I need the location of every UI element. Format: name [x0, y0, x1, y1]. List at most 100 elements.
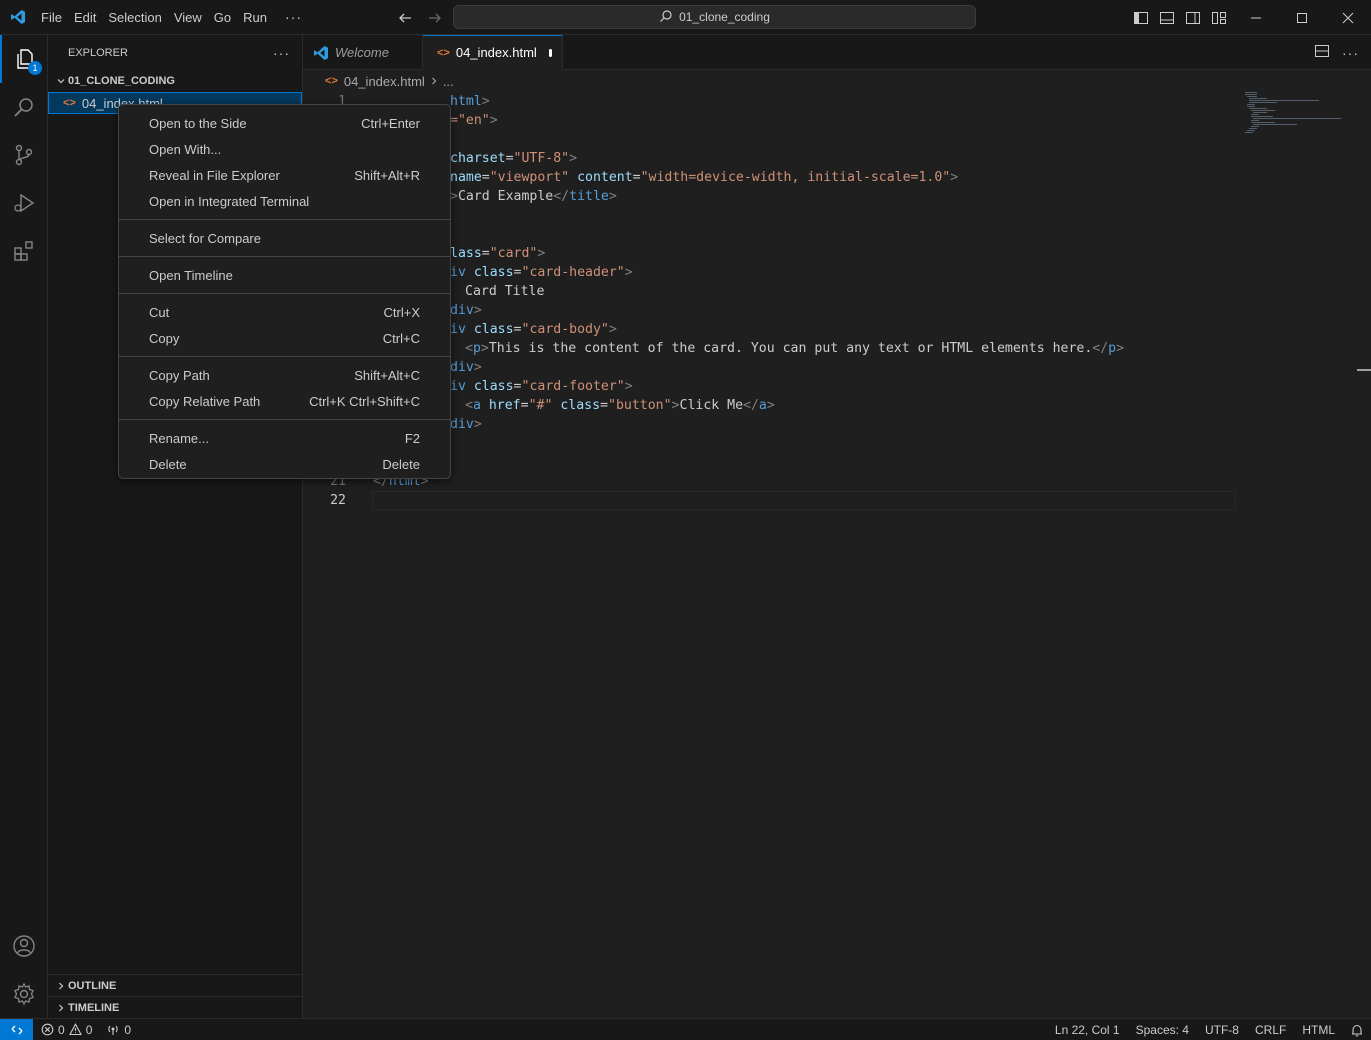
menu-item-delete[interactable]: Delete Delete: [119, 451, 450, 477]
code-line: iv class="card-header">: [450, 265, 633, 280]
more-actions-icon[interactable]: ···: [1342, 45, 1359, 61]
indentation[interactable]: Spaces: 4: [1128, 1019, 1197, 1040]
breadcrumb-file[interactable]: 04_index.html: [344, 74, 425, 89]
accounts-icon[interactable]: [0, 922, 48, 970]
menu-item-shortcut: Ctrl+Enter: [361, 115, 420, 131]
menu-item-shortcut: Shift+Alt+R: [354, 167, 420, 183]
menu-item-rename[interactable]: Rename... F2: [119, 425, 450, 451]
menu-item-label: Delete: [149, 456, 187, 472]
search-icon[interactable]: [0, 83, 48, 131]
sidebar-header: EXPLORER ···: [48, 35, 302, 70]
unsaved-dot-icon[interactable]: [548, 48, 552, 57]
menu-edit[interactable]: Edit: [68, 0, 102, 35]
menu-item-label: Open With...: [149, 141, 222, 157]
maximize-icon[interactable]: [1279, 0, 1325, 35]
menu-view[interactable]: View: [168, 0, 208, 35]
search-icon: [659, 9, 673, 26]
code-token: "card-footer": [521, 379, 625, 394]
window-controls: [1233, 0, 1371, 35]
toggle-primary-sidebar-icon[interactable]: [1130, 7, 1152, 29]
title-bar: File Edit Selection View Go Run ··· 01_c…: [0, 0, 1371, 35]
menu-item-open-timeline[interactable]: Open Timeline: [119, 262, 450, 288]
code-token: "UTF-8": [513, 151, 570, 166]
menu-item-shortcut: F2: [404, 430, 420, 446]
menu-item-label: Cut: [149, 304, 170, 320]
extensions-icon[interactable]: [0, 227, 48, 275]
code-editor[interactable]: 1 21 22 html> ="en"> charset="UTF-8"> na…: [303, 92, 1371, 1018]
menu-item-shortcut: Ctrl+K Ctrl+Shift+C: [309, 393, 420, 409]
workspace-folder[interactable]: 01_CLONE_CODING: [48, 70, 302, 92]
menu-separator: [119, 419, 450, 420]
code-token: "card-header": [521, 265, 625, 280]
menu-item-cut[interactable]: Cut Ctrl+X: [119, 299, 450, 325]
code-line: html>: [450, 94, 490, 109]
menu-separator: [119, 356, 450, 357]
menu-item-select-for-compare[interactable]: Select for Compare: [119, 225, 450, 251]
breadcrumb-symbol[interactable]: ...: [443, 74, 454, 89]
language-mode[interactable]: HTML: [1294, 1019, 1343, 1040]
forward-arrow-icon[interactable]: [424, 7, 446, 29]
menu-file[interactable]: File: [35, 0, 68, 35]
menu-separator: [119, 256, 450, 257]
code-line: div>: [450, 303, 482, 318]
run-debug-icon[interactable]: [0, 179, 48, 227]
code-token: iv: [450, 322, 466, 337]
code-token: "viewport": [489, 170, 570, 185]
line-ending[interactable]: CRLF: [1247, 1019, 1294, 1040]
notifications-bell-icon[interactable]: [1343, 1019, 1371, 1040]
menu-item-shortcut: Ctrl+C: [382, 330, 420, 346]
outline-section[interactable]: OUTLINE: [48, 974, 302, 996]
menu-item-open-with[interactable]: Open With...: [119, 136, 450, 162]
tab-index-html[interactable]: <> 04_index.html: [423, 35, 563, 70]
source-control-icon[interactable]: [0, 131, 48, 179]
tab-welcome[interactable]: Welcome: [303, 35, 423, 70]
code-token: class: [560, 398, 601, 413]
toggle-panel-icon[interactable]: [1156, 7, 1178, 29]
close-icon[interactable]: [1325, 0, 1371, 35]
back-arrow-icon[interactable]: [394, 7, 416, 29]
menu-item-open-in-terminal[interactable]: Open in Integrated Terminal: [119, 188, 450, 214]
settings-gear-icon[interactable]: [0, 970, 48, 1018]
context-menu: Open to the Side Ctrl+Enter Open With... …: [118, 104, 451, 479]
menu-run[interactable]: Run: [237, 0, 273, 35]
code-line: iv class="card-body">: [450, 322, 617, 337]
code-token: "card": [489, 246, 538, 261]
code-token: ="en": [450, 113, 490, 128]
code-line: div>: [450, 360, 482, 375]
problems-indicator[interactable]: 0 0 0: [41, 1023, 131, 1037]
menu-item-copy-path[interactable]: Copy Path Shift+Alt+C: [119, 362, 450, 388]
menu-item-label: Open in Integrated Terminal: [149, 193, 310, 209]
menu-item-copy-relative-path[interactable]: Copy Relative Path Ctrl+K Ctrl+Shift+C: [119, 388, 450, 414]
command-center-search[interactable]: 01_clone_coding: [453, 5, 976, 29]
menu-bar: File Edit Selection View Go Run ···: [35, 0, 314, 35]
menu-selection[interactable]: Selection: [102, 0, 167, 35]
code-token: iv: [450, 265, 466, 280]
code-line: charset="UTF-8">: [450, 151, 578, 166]
remote-indicator-icon[interactable]: [0, 1018, 33, 1040]
explorer-icon[interactable]: 1: [0, 35, 48, 83]
customize-layout-icon[interactable]: [1208, 7, 1230, 29]
code-token: This is the content of the card. You can…: [488, 341, 1093, 356]
code-token: lass: [450, 246, 482, 261]
menu-item-reveal-in-explorer[interactable]: Reveal in File Explorer Shift+Alt+R: [119, 162, 450, 188]
code-token: a: [472, 398, 481, 413]
ports-icon: [106, 1023, 120, 1036]
sidebar-more-actions[interactable]: ···: [273, 45, 290, 61]
menu-more[interactable]: ···: [273, 0, 314, 35]
toggle-secondary-sidebar-icon[interactable]: [1182, 7, 1204, 29]
menu-go[interactable]: Go: [208, 0, 237, 35]
split-editor-icon[interactable]: [1314, 43, 1330, 62]
minimize-icon[interactable]: [1233, 0, 1279, 35]
chevron-right-icon: [54, 1003, 68, 1013]
code-line: div>: [450, 417, 482, 432]
code-token: title: [569, 189, 609, 204]
encoding[interactable]: UTF-8: [1197, 1019, 1247, 1040]
menu-separator: [119, 293, 450, 294]
scrollbar-cursor-marker: [1357, 369, 1371, 371]
timeline-section[interactable]: TIMELINE: [48, 996, 302, 1018]
menu-item-copy[interactable]: Copy Ctrl+C: [119, 325, 450, 351]
cursor-position[interactable]: Ln 22, Col 1: [1047, 1019, 1128, 1040]
minimap[interactable]: [1243, 92, 1353, 137]
chevron-right-icon: [54, 981, 68, 991]
menu-item-open-to-side[interactable]: Open to the Side Ctrl+Enter: [119, 110, 450, 136]
